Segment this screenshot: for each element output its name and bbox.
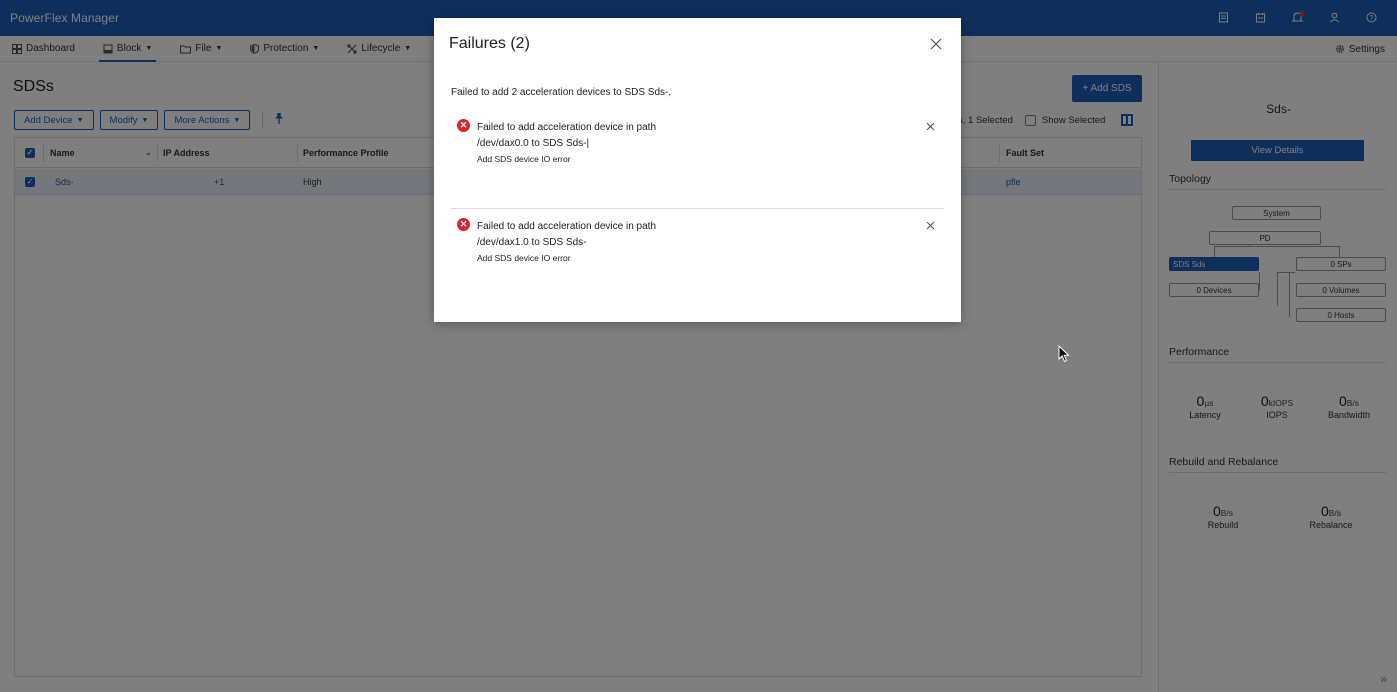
dismiss-icon[interactable] [925,220,936,231]
dialog-title: Failures (2) [449,35,530,52]
failure-message: Failed to add acceleration device in pat… [477,221,657,232]
failure-divider [451,208,944,209]
error-icon: ✕ [457,218,470,231]
failure-summary: Failed to add 2 acceleration devices to … [451,87,672,98]
close-icon[interactable] [929,37,943,51]
failure-detail: Add SDS device IO error [477,253,571,263]
mouse-cursor-icon [1058,345,1070,363]
failure-message: Failed to add acceleration device in pat… [477,122,657,133]
failure-path: /dev/dax0.0 to SDS Sds-| [477,138,590,149]
dismiss-icon[interactable] [925,121,936,132]
failure-path: /dev/dax1.0 to SDS Sds- [477,237,587,248]
error-icon: ✕ [457,119,470,132]
failure-detail: Add SDS device IO error [477,154,571,164]
failures-dialog: Failures (2) Failed to add 2 acceleratio… [434,18,961,322]
